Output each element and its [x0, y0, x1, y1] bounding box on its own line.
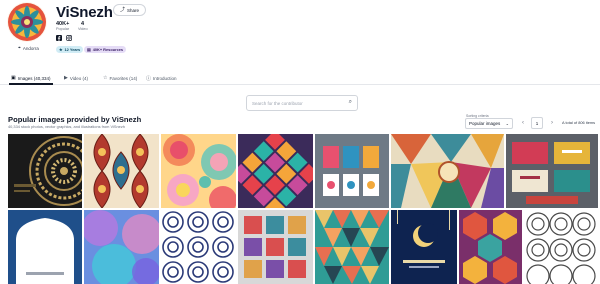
- location-text: Andorra: [22, 45, 39, 51]
- image-thumbnail: [238, 134, 313, 208]
- share-icon: ⤴: [119, 6, 125, 13]
- badge-resources-label: 40K+ Resources: [92, 47, 124, 52]
- contributor-header: ViSnezh ⤴ Share 40K+ Popular 4 Video ⌖ A…: [0, 0, 600, 62]
- image-tile[interactable]: [315, 210, 389, 284]
- image-thumbnail: [459, 210, 522, 284]
- contributor-tabs: ▣ Images (40,334) ▶ Video (4) ☆ Favorite…: [0, 71, 600, 85]
- tab-images[interactable]: ▣ Images (40,334): [11, 73, 51, 83]
- image-thumbnail: [8, 134, 82, 208]
- image-tile[interactable]: [524, 210, 598, 284]
- search-icon[interactable]: ⌕: [349, 99, 352, 106]
- chevron-left-icon: ‹: [522, 120, 524, 126]
- star-icon: ☆: [103, 75, 108, 81]
- contributor-location: ⌖ Andorra: [18, 45, 39, 51]
- tab-favorites-label: Favorites (14): [109, 75, 138, 81]
- instagram-icon[interactable]: [66, 35, 72, 41]
- image-thumbnail: [238, 210, 313, 284]
- image-thumbnail: [524, 210, 598, 284]
- image-thumbnail: [84, 210, 159, 284]
- image-thumbnail: [391, 134, 504, 208]
- image-thumbnail: [391, 210, 457, 284]
- chevron-right-icon: ›: [551, 120, 553, 126]
- active-tab-indicator: [9, 83, 53, 85]
- image-tile[interactable]: [8, 210, 82, 284]
- stat-popular-label: Popular: [56, 27, 70, 31]
- tab-favorites[interactable]: ☆ Favorites (14): [103, 73, 137, 83]
- contributor-search: ⌕: [246, 95, 358, 111]
- image-tile[interactable]: [161, 210, 236, 284]
- pager-total: A total of 806 items: [562, 120, 596, 125]
- sort-select[interactable]: Popular images ⌄: [465, 118, 513, 129]
- image-thumbnail: [315, 210, 389, 284]
- stat-video-label: Video: [78, 27, 88, 31]
- video-icon: ▶: [64, 75, 68, 81]
- image-tile[interactable]: [161, 134, 236, 208]
- pager-current-page[interactable]: 1: [531, 117, 543, 129]
- location-pin-icon: ⌖: [18, 45, 21, 51]
- file-icon: ▤: [87, 47, 91, 52]
- image-tile[interactable]: [8, 134, 82, 208]
- image-thumbnail: [8, 210, 82, 284]
- image-tile[interactable]: [84, 134, 159, 208]
- image-tile[interactable]: [238, 134, 313, 208]
- badge-years-label: 12 Years: [64, 47, 81, 52]
- crown-icon: ★: [59, 47, 63, 52]
- contributor-name: ViSnezh: [56, 4, 113, 21]
- image-tile[interactable]: [459, 210, 522, 284]
- facebook-icon[interactable]: [56, 35, 62, 41]
- image-tile[interactable]: [506, 134, 598, 208]
- image-thumbnail: [315, 134, 389, 208]
- tab-introduction-label: Introduction: [153, 75, 177, 81]
- share-label: Share: [127, 7, 140, 13]
- image-thumbnail: [506, 134, 598, 208]
- share-button[interactable]: ⤴ Share: [113, 4, 146, 16]
- tab-video-label: Video (4): [69, 75, 89, 81]
- image-thumbnail: [161, 210, 236, 284]
- image-thumbnail: [161, 134, 236, 208]
- image-tile[interactable]: [315, 134, 389, 208]
- chevron-down-icon: ⌄: [505, 121, 509, 126]
- tab-video[interactable]: ▶ Video (4): [64, 73, 88, 83]
- sort-selected: Popular images: [469, 121, 501, 126]
- image-icon: ▣: [11, 75, 16, 81]
- badge-years: ★ 12 Years: [56, 46, 84, 53]
- tab-images-label: Images (40,334): [17, 75, 51, 81]
- pager-next-button[interactable]: ›: [548, 118, 556, 129]
- badge-resources: ▤ 40K+ Resources: [84, 46, 127, 53]
- contributor-avatar[interactable]: [7, 2, 47, 42]
- image-tile[interactable]: [391, 134, 504, 208]
- pager-prev-button[interactable]: ‹: [519, 118, 527, 129]
- tab-introduction[interactable]: ⓘ Introduction: [146, 73, 177, 83]
- info-icon: ⓘ: [146, 75, 152, 82]
- image-thumbnail: [84, 134, 159, 208]
- image-tile[interactable]: [391, 210, 457, 284]
- section-subtitle: 40,334 stock photos, vector graphics, an…: [8, 124, 125, 129]
- section-title: Popular images provided by ViSnezh: [8, 115, 142, 124]
- image-tile[interactable]: [238, 210, 313, 284]
- image-tile[interactable]: [84, 210, 159, 284]
- contributor-search-input[interactable]: [252, 99, 344, 108]
